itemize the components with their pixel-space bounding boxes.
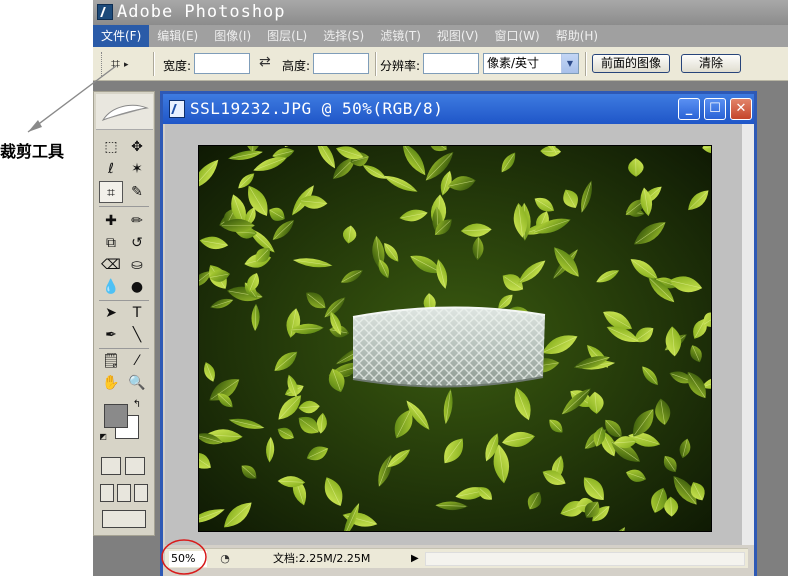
options-separator: [375, 52, 377, 76]
menu-file[interactable]: 文件(F): [93, 25, 150, 47]
text-tool-icon[interactable]: T: [125, 302, 149, 324]
hand-tool-icon[interactable]: ✋: [99, 372, 123, 394]
annotation-label: 裁剪工具: [0, 142, 65, 161]
screenshot-stage: { "app": { "title": "Adobe Photoshop" },…: [0, 0, 788, 576]
width-label: 宽度:: [163, 59, 192, 73]
dodge-tool-icon[interactable]: ●: [125, 276, 149, 298]
move-tool-icon[interactable]: ✥: [125, 136, 149, 158]
resolution-unit-select[interactable]: 像素/英寸 ▼: [483, 53, 579, 74]
horizontal-scrollbar[interactable]: [425, 552, 745, 566]
menu-window[interactable]: 窗口(W): [486, 25, 547, 47]
toolbox: ⬚ ✥ ℓ ✶ ⌗ ✎ ✚ ✏ ⧉ ↺ ⌫ ⛀ 💧 ● ➤ T ✒ ╲ 🗒 ⁄ …: [93, 91, 155, 536]
annotation-arrowhead-icon: [28, 120, 42, 132]
status-bar: 50% ◔ 文档:2.25M/2.25M ▶: [165, 548, 748, 568]
document-titlebar[interactable]: SSL19232.JPG @ 50%(RGB/8) _ ☐ ✕: [163, 94, 754, 124]
path-selection-tool-icon[interactable]: ➤: [99, 302, 123, 324]
options-separator: [585, 52, 587, 76]
width-input[interactable]: [194, 53, 250, 74]
line-tool-icon[interactable]: ╲: [125, 324, 149, 346]
resolution-unit-value: 像素/英寸: [487, 56, 540, 70]
menu-view[interactable]: 视图(V): [429, 25, 487, 47]
screen-mode-full-button[interactable]: [134, 484, 148, 502]
toolbox-divider: [99, 300, 149, 301]
screen-mode-standard-button[interactable]: [100, 484, 114, 502]
dropdown-arrow-icon: ▼: [561, 54, 578, 73]
swap-dimensions-icon[interactable]: ⇄: [259, 54, 271, 70]
status-menu-arrow-icon[interactable]: ▶: [411, 551, 419, 567]
leaves-bracelet-photo: [199, 146, 711, 531]
zoom-tool-icon[interactable]: 🔍: [125, 372, 149, 394]
toolbox-divider: [99, 206, 149, 207]
lasso-tool-icon[interactable]: ℓ: [99, 158, 123, 180]
crop-tool-icon[interactable]: ⌗: [99, 181, 123, 203]
photo-canvas[interactable]: [198, 145, 712, 532]
toolbox-divider: [99, 348, 149, 349]
menu-layer[interactable]: 图层(L): [259, 25, 315, 47]
standard-mode-button[interactable]: [101, 457, 121, 475]
quick-mask-mode-button[interactable]: [125, 457, 145, 475]
document-title: SSL19232.JPG @ 50%(RGB/8): [190, 99, 444, 118]
maximize-button[interactable]: ☐: [704, 98, 726, 120]
clear-button[interactable]: 清除: [681, 54, 741, 73]
options-grip[interactable]: [101, 52, 104, 76]
swap-colors-icon[interactable]: ↰: [130, 398, 144, 412]
marquee-tool-icon[interactable]: ⬚: [99, 136, 123, 158]
document-size-info: 文档:2.25M/2.25M: [273, 552, 371, 565]
height-label: 高度:: [282, 59, 311, 73]
document-window: SSL19232.JPG @ 50%(RGB/8) _ ☐ ✕ 50% ◔ 文档…: [160, 91, 757, 576]
chevron-down-icon: ▸: [124, 59, 129, 70]
canvas-area[interactable]: [165, 124, 742, 545]
paint-bucket-tool-icon[interactable]: ⛀: [125, 254, 149, 276]
foreground-color-swatch[interactable]: [104, 404, 128, 428]
brush-tool-icon[interactable]: ✏: [125, 210, 149, 232]
menu-select[interactable]: 选择(S): [315, 25, 372, 47]
status-info-icon[interactable]: ◔: [217, 551, 233, 567]
document-icon: [169, 100, 185, 118]
vertical-scrollbar[interactable]: [742, 124, 754, 545]
app-title: Adobe Photoshop: [117, 2, 286, 22]
eyedropper-tool-icon[interactable]: ⁄: [125, 350, 149, 372]
feather-logo-icon[interactable]: [96, 94, 153, 130]
options-separator: [153, 52, 155, 76]
clone-stamp-tool-icon[interactable]: ⧉: [99, 232, 123, 254]
close-button[interactable]: ✕: [730, 98, 752, 120]
menubar: 文件(F) 编辑(E) 图像(I) 图层(L) 选择(S) 滤镜(T) 视图(V…: [93, 25, 788, 47]
pen-tool-icon[interactable]: ✒: [99, 324, 123, 346]
history-brush-tool-icon[interactable]: ↺: [125, 232, 149, 254]
magic-wand-tool-icon[interactable]: ✶: [125, 158, 149, 180]
minimize-button[interactable]: _: [678, 98, 700, 120]
resolution-input[interactable]: [423, 53, 479, 74]
default-colors-icon[interactable]: ◩: [98, 432, 108, 442]
bracelet: [352, 306, 546, 388]
eraser-tool-icon[interactable]: ⌫: [99, 254, 123, 276]
healing-brush-tool-icon[interactable]: ✚: [99, 210, 123, 232]
photoshop-logo-icon: [97, 4, 113, 20]
notes-tool-icon[interactable]: 🗒: [99, 350, 123, 372]
blur-tool-icon[interactable]: 💧: [99, 276, 123, 298]
menu-image[interactable]: 图像(I): [206, 25, 259, 47]
menu-edit[interactable]: 编辑(E): [149, 25, 206, 47]
menu-help[interactable]: 帮助(H): [548, 25, 606, 47]
tool-options-bar: ⌗ ▸ 宽度: ⇄ 高度: 分辨率: 像素/英寸 ▼ 前面的图像 清除: [93, 47, 788, 81]
screen-mode-full-menu-button[interactable]: [117, 484, 131, 502]
app-titlebar[interactable]: Adobe Photoshop: [93, 0, 788, 25]
zoom-level-field[interactable]: 50%: [169, 551, 207, 567]
slice-tool-icon[interactable]: ✎: [125, 181, 149, 203]
height-input[interactable]: [313, 53, 369, 74]
front-image-button[interactable]: 前面的图像: [592, 54, 670, 73]
menu-filter[interactable]: 滤镜(T): [372, 25, 429, 47]
tool-preset-picker[interactable]: ⌗ ▸: [111, 54, 129, 74]
jump-to-imageready-button[interactable]: [102, 510, 146, 528]
crop-icon: ⌗: [111, 54, 121, 73]
resolution-label: 分辨率:: [380, 59, 421, 73]
